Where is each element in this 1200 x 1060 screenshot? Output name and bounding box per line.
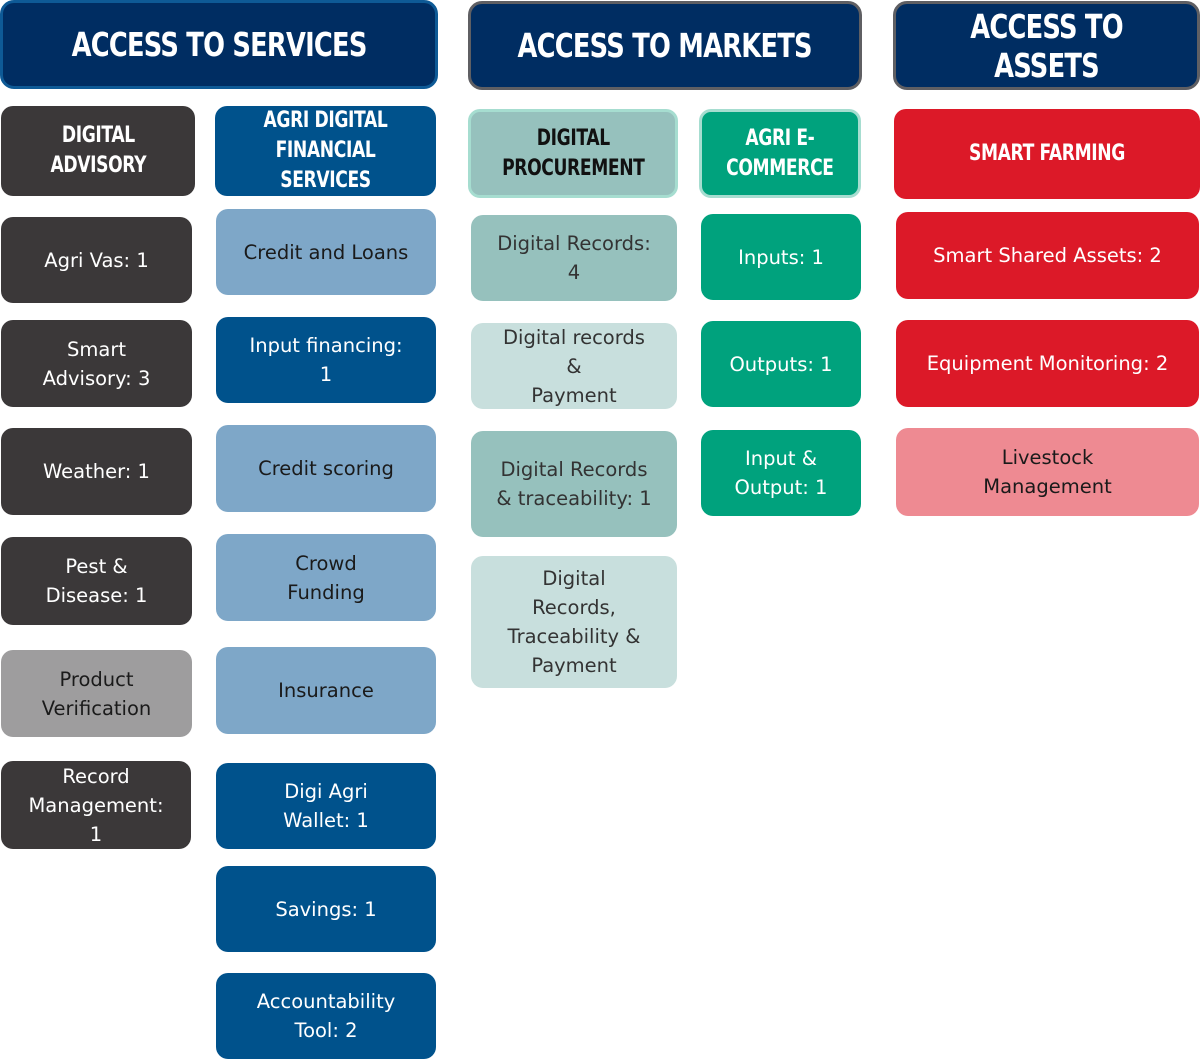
group-agri-e-commerce: AGRI E- COMMERCE xyxy=(699,109,861,198)
item-accountability-tool: Accountability Tool: 2 xyxy=(216,973,436,1059)
item-input-financing: Input financing: 1 xyxy=(216,317,436,403)
item-weather: Weather: 1 xyxy=(1,428,192,515)
item-label: Weather: 1 xyxy=(43,460,150,483)
item-label: Product Verification xyxy=(41,667,152,720)
item-label: Credit and Loans xyxy=(243,240,409,264)
item-label: Crowd Funding xyxy=(287,551,365,604)
group-title: AGRI E- COMMERCE xyxy=(726,125,834,181)
group-smart-farming: SMART FARMING xyxy=(894,109,1200,199)
item-product-verification: Product Verification xyxy=(1,650,192,737)
group-title: SMART FARMING xyxy=(969,141,1125,166)
item-smart-advisory: Smart Advisory: 3 xyxy=(1,320,192,407)
item-credit-and-loans: Credit and Loans xyxy=(216,209,436,295)
item-label: Insurance xyxy=(278,679,374,702)
item-label: Digi Agri Wallet: 1 xyxy=(283,780,369,832)
item-label: Credit scoring xyxy=(258,457,394,480)
header-access-to-services: ACCESS TO SERVICES xyxy=(0,0,438,89)
group-title: AGRI DIGITAL FINANCIAL SERVICES xyxy=(263,108,388,193)
item-label: Smart Shared Assets: 2 xyxy=(933,244,1162,267)
group-digital-procurement: DIGITAL PROCUREMENT xyxy=(468,109,678,198)
item-insurance: Insurance xyxy=(216,647,436,734)
item-digital-records-traceability: Digital Records & traceability: 1 xyxy=(471,431,677,537)
item-livestock-management: Livestock Management xyxy=(896,428,1199,516)
group-title: DIGITAL PROCUREMENT xyxy=(501,125,645,181)
item-label: Digital Records & traceability: 1 xyxy=(496,458,652,510)
item-label: Savings: 1 xyxy=(275,897,377,921)
item-savings: Savings: 1 xyxy=(216,866,436,952)
item-digital-records-payment: Digital records & Payment xyxy=(471,323,677,409)
item-label: Digital Records, Traceability & Payment xyxy=(507,567,641,677)
item-smart-shared-assets: Smart Shared Assets: 2 xyxy=(896,212,1199,299)
item-label: Outputs: 1 xyxy=(729,352,833,376)
item-label: Input & Output: 1 xyxy=(734,447,828,499)
item-label: Agri Vas: 1 xyxy=(44,248,149,272)
item-label: Digital Records: 4 xyxy=(497,232,651,284)
item-label: Pest & Disease: 1 xyxy=(45,555,148,607)
item-crowd-funding: Crowd Funding xyxy=(216,534,436,621)
item-credit-scoring: Credit scoring xyxy=(216,425,436,512)
item-agri-vas: Agri Vas: 1 xyxy=(1,217,192,303)
item-label: Input financing: 1 xyxy=(249,334,403,386)
item-label: Digital records & Payment xyxy=(503,325,645,407)
header-access-to-markets: ACCESS TO MARKETS xyxy=(468,1,862,90)
group-agri-digital-financial-services: AGRI DIGITAL FINANCIAL SERVICES xyxy=(215,106,436,196)
item-record-management: Record Management: 1 xyxy=(1,761,191,849)
item-digital-records-traceability-payment: Digital Records, Traceability & Payment xyxy=(471,556,677,688)
item-label: Accountability Tool: 2 xyxy=(256,990,396,1042)
item-equipment-monitoring: Equipment Monitoring: 2 xyxy=(896,320,1199,407)
item-label: Livestock Management xyxy=(983,446,1112,498)
header-label: ACCESS TO ASSETS xyxy=(970,6,1123,85)
header-access-to-assets: ACCESS TO ASSETS xyxy=(893,1,1200,90)
item-label: Smart Advisory: 3 xyxy=(42,337,151,390)
item-label: Equipment Monitoring: 2 xyxy=(926,352,1169,375)
header-label: ACCESS TO MARKETS xyxy=(517,26,813,65)
item-inputs: Inputs: 1 xyxy=(701,214,861,300)
item-digi-agri-wallet: Digi Agri Wallet: 1 xyxy=(216,763,436,849)
item-label: Record Management: 1 xyxy=(28,764,164,846)
item-outputs: Outputs: 1 xyxy=(701,321,861,407)
item-label: Inputs: 1 xyxy=(738,245,824,269)
group-title: DIGITAL ADVISORY xyxy=(50,123,146,178)
header-label: ACCESS TO SERVICES xyxy=(71,25,368,64)
group-digital-advisory: DIGITAL ADVISORY xyxy=(1,106,195,196)
item-pest-disease: Pest & Disease: 1 xyxy=(1,537,192,625)
item-input-output: Input & Output: 1 xyxy=(701,430,861,516)
item-digital-records: Digital Records: 4 xyxy=(471,215,677,301)
